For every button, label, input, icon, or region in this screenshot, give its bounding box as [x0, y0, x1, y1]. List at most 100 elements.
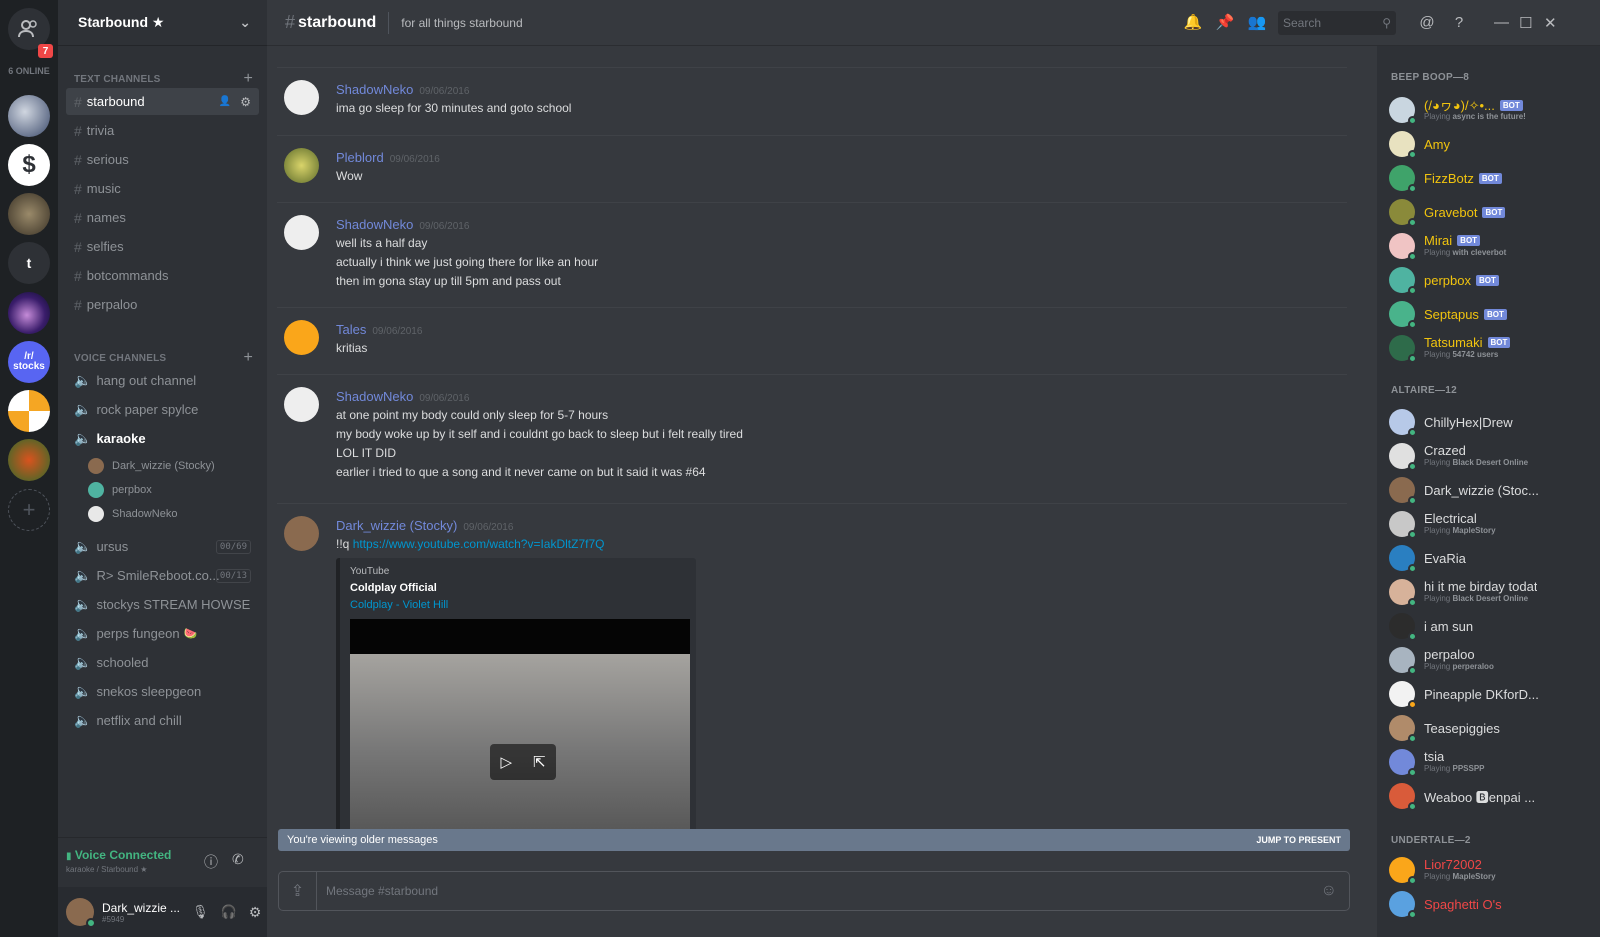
channel-botcommands[interactable]: # botcommands: [66, 262, 259, 289]
member-item[interactable]: FizzBotz BOT: [1389, 161, 1594, 195]
voice-channel[interactable]: 🔈 R> SmileReboot.co... 00/13: [66, 562, 259, 589]
member-item[interactable]: Weaboo 🅱enpai ...: [1389, 779, 1594, 813]
avatar[interactable]: [1389, 443, 1417, 471]
member-item[interactable]: perpaloo Playing perperaloo: [1389, 643, 1594, 677]
avatar[interactable]: [1389, 715, 1417, 743]
microphone-icon[interactable]: 🎙: [192, 904, 209, 920]
avatar[interactable]: [1389, 647, 1417, 675]
add-channel-icon[interactable]: +: [243, 349, 253, 367]
channel-selfies[interactable]: # selfies: [66, 233, 259, 260]
server-icon-galaxy[interactable]: [8, 292, 50, 334]
member-item[interactable]: Crazed Playing Black Desert Online: [1389, 439, 1594, 473]
avatar[interactable]: [1389, 783, 1417, 811]
channel-perpaloo[interactable]: # perpaloo: [66, 291, 259, 318]
add-server-button[interactable]: +: [8, 489, 50, 531]
voice-channel[interactable]: 🔈 perps fungeon 🍉: [66, 620, 259, 647]
avatar[interactable]: [1389, 681, 1417, 709]
member-item[interactable]: Teasepiggies: [1389, 711, 1594, 745]
avatar[interactable]: [284, 387, 319, 422]
member-item[interactable]: Spaghetti O's: [1389, 887, 1594, 921]
avatar[interactable]: [1389, 749, 1417, 777]
minimize-icon[interactable]: —: [1494, 14, 1509, 31]
voice-user[interactable]: perpbox: [88, 482, 152, 498]
embed-title[interactable]: Coldplay - Violet Hill: [350, 599, 448, 611]
member-item[interactable]: Septapus BOT: [1389, 297, 1594, 331]
guild-header[interactable]: Starbound ★ ⌄: [58, 0, 267, 46]
voice-channel[interactable]: 🔈 snekos sleepgeon: [66, 678, 259, 705]
avatar[interactable]: [1389, 97, 1417, 125]
video-thumbnail[interactable]: ▷ ⇱: [350, 619, 690, 829]
avatar[interactable]: [284, 215, 319, 250]
external-link-icon[interactable]: ⇱: [533, 753, 546, 771]
maximize-icon[interactable]: ☐: [1519, 14, 1532, 32]
close-icon[interactable]: ✕: [1544, 14, 1557, 32]
voice-channel[interactable]: 🔈 schooled: [66, 649, 259, 676]
avatar[interactable]: [1389, 409, 1417, 437]
add-channel-icon[interactable]: +: [243, 70, 253, 88]
member-item[interactable]: ChillyHex|Drew: [1389, 405, 1594, 439]
voice-channel[interactable]: 🔈 ursus 00/69: [66, 533, 259, 560]
avatar[interactable]: [1389, 545, 1417, 573]
jump-to-present-button[interactable]: JUMP TO PRESENT: [1256, 835, 1341, 845]
avatar[interactable]: [1389, 131, 1417, 159]
play-icon[interactable]: ▷: [500, 753, 512, 771]
upload-icon[interactable]: ⇪: [279, 872, 317, 910]
avatar[interactable]: [1389, 613, 1417, 641]
gear-icon[interactable]: ⚙: [240, 95, 251, 109]
info-icon[interactable]: ⓘ: [204, 852, 218, 872]
invite-icon[interactable]: 👤: [219, 96, 231, 107]
server-t[interactable]: t: [8, 242, 50, 284]
help-icon[interactable]: ?: [1449, 12, 1469, 32]
voice-channel[interactable]: 🔈 netflix and chill: [66, 707, 259, 734]
member-item[interactable]: i am sun: [1389, 609, 1594, 643]
channel-music[interactable]: # music: [66, 175, 259, 202]
server-icon-pinwheel[interactable]: [8, 390, 50, 432]
settings-gear-icon[interactable]: ⚙: [249, 904, 262, 921]
member-item[interactable]: Lior72002 Playing MapleStory: [1389, 853, 1594, 887]
bell-icon[interactable]: 🔔: [1183, 12, 1203, 32]
avatar[interactable]: [1389, 579, 1417, 607]
voice-channel[interactable]: 🔈 hang out channel: [66, 367, 259, 394]
avatar[interactable]: [284, 320, 319, 355]
member-item[interactable]: EvaRia: [1389, 541, 1594, 575]
mention-icon[interactable]: @: [1417, 12, 1437, 32]
message-input[interactable]: ⇪ Message #starbound ☺: [278, 871, 1350, 911]
members-icon[interactable]: 👥: [1247, 12, 1267, 32]
member-item[interactable]: Tatsumaki BOT Playing 54742 users: [1389, 331, 1594, 365]
avatar[interactable]: [66, 898, 96, 928]
avatar[interactable]: [1389, 511, 1417, 539]
youtube-link[interactable]: https://www.youtube.com/watch?v=IakDltZ7…: [353, 537, 605, 551]
headphones-icon[interactable]: 🎧: [221, 904, 237, 920]
member-item[interactable]: (/◕ヮ◕)/✧•... BOT Playing async is the futu…: [1389, 93, 1594, 127]
channel-serious[interactable]: # serious: [66, 146, 259, 173]
avatar[interactable]: [1389, 477, 1417, 505]
avatar[interactable]: [1389, 199, 1417, 227]
avatar[interactable]: [1389, 857, 1417, 885]
voice-channel[interactable]: 🔈 rock paper spylce: [66, 396, 259, 423]
member-item[interactable]: Pineapple DKforD...: [1389, 677, 1594, 711]
member-item[interactable]: perpbox BOT: [1389, 263, 1594, 297]
server-icon-anime[interactable]: [8, 95, 50, 137]
channel-names[interactable]: # names: [66, 204, 259, 231]
member-item[interactable]: Amy: [1389, 127, 1594, 161]
text-channels-header[interactable]: TEXT CHANNELS +: [74, 70, 253, 88]
avatar[interactable]: [1389, 335, 1417, 363]
channel-starbound[interactable]: # starbound 👤 ⚙: [66, 88, 259, 115]
search-input[interactable]: Search ⚲: [1278, 11, 1396, 35]
server-icon-group[interactable]: [8, 193, 50, 235]
voice-channel[interactable]: 🔈 stockys STREAM HOWSE: [66, 591, 259, 618]
avatar[interactable]: [284, 80, 319, 115]
avatar[interactable]: [284, 148, 319, 183]
avatar[interactable]: [284, 516, 319, 551]
member-item[interactable]: Dark_wizzie (Stoc...: [1389, 473, 1594, 507]
dollar-icon[interactable]: $: [8, 144, 50, 186]
member-item[interactable]: tsia Playing PPSSPP: [1389, 745, 1594, 779]
server-icon-leaf[interactable]: [8, 439, 50, 481]
voice-channels-header[interactable]: VOICE CHANNELS +: [74, 349, 253, 367]
embed-author[interactable]: Coldplay Official: [350, 582, 437, 594]
avatar[interactable]: [1389, 267, 1417, 295]
avatar[interactable]: [1389, 233, 1417, 261]
server-stocks[interactable]: /r/ stocks: [8, 341, 50, 383]
avatar[interactable]: [1389, 165, 1417, 193]
avatar[interactable]: [1389, 301, 1417, 329]
